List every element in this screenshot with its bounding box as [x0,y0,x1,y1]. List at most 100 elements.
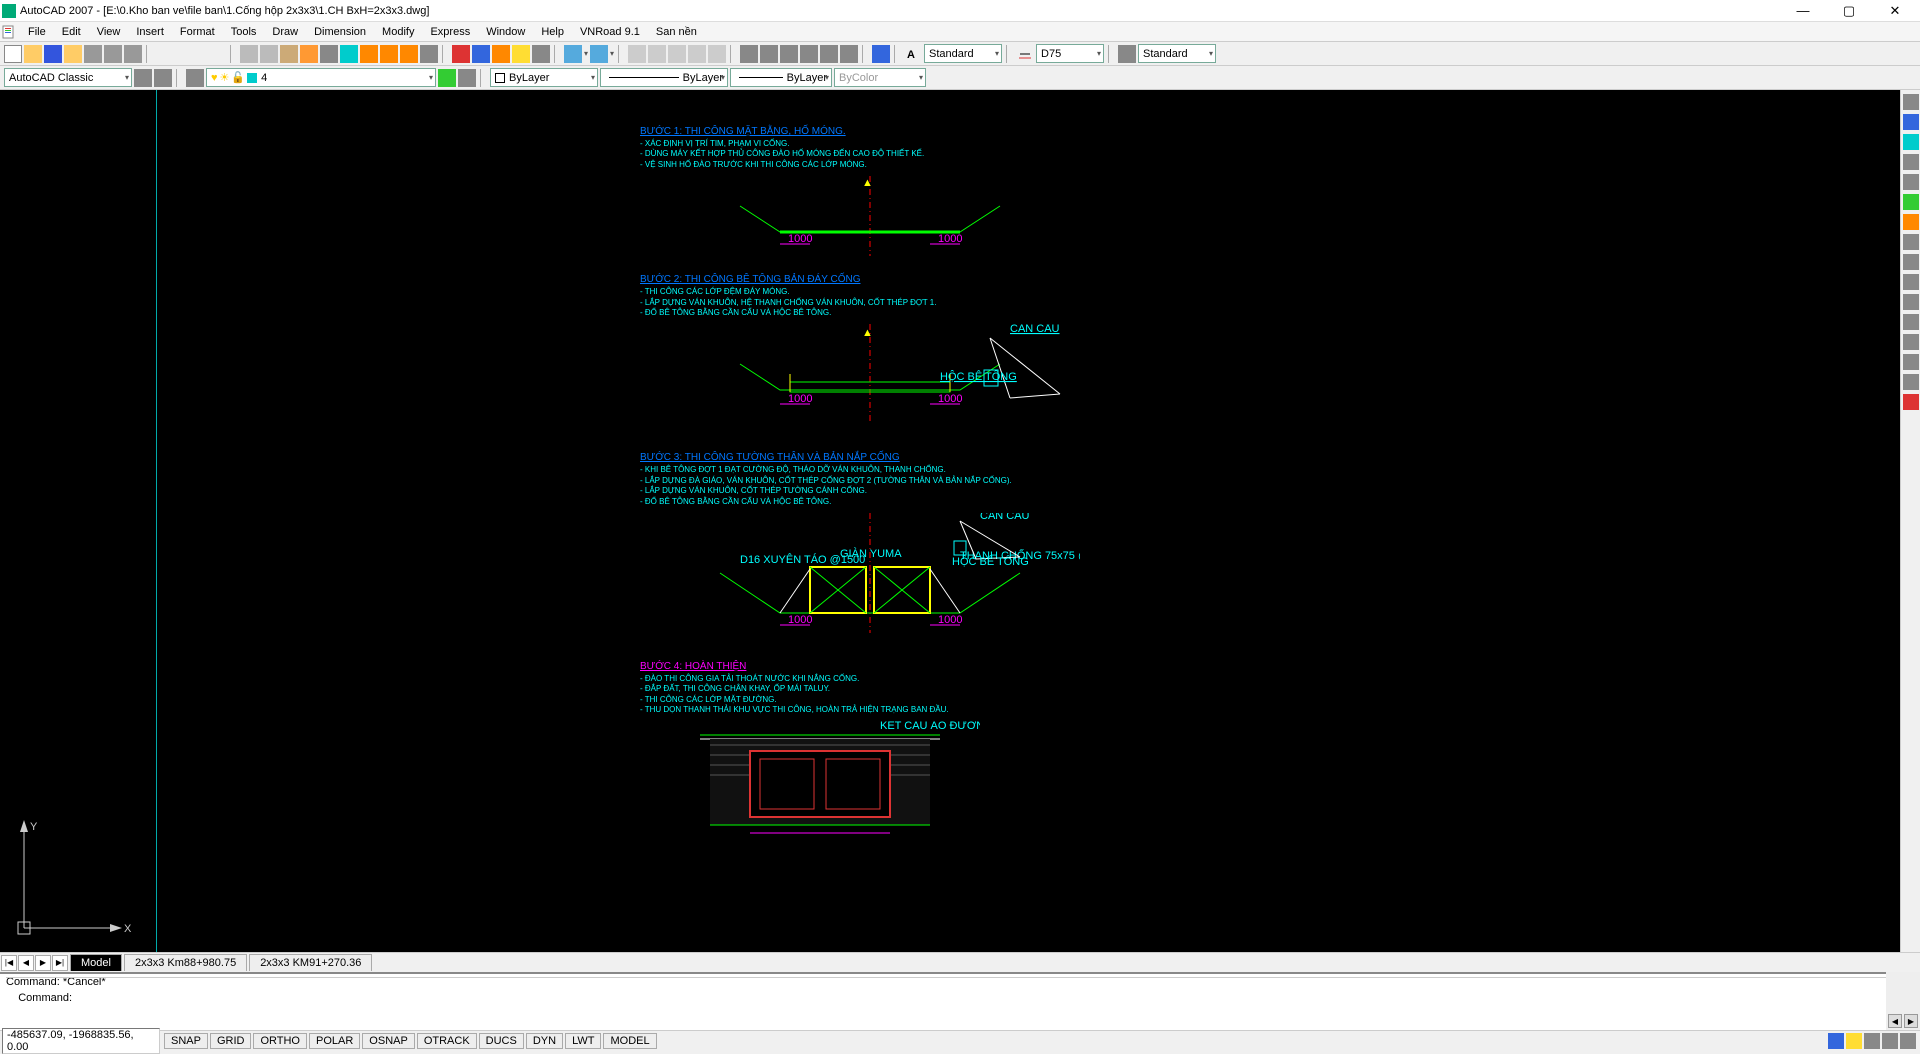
copy-tool[interactable] [1903,114,1919,130]
menu-insert[interactable]: Insert [128,24,172,40]
extend-tool[interactable] [1903,294,1919,310]
offset-button[interactable] [512,45,530,63]
toggle-model[interactable]: MODEL [603,1033,656,1049]
toggle-otrack[interactable]: OTRACK [417,1033,477,1049]
tab-nav-first[interactable]: |◀ [1,955,17,971]
command-scrollbar[interactable]: ◀ ▶ [1886,972,1920,1030]
maximize-button[interactable]: ▢ [1826,0,1872,22]
menu-vnroad[interactable]: VNRoad 9.1 [572,24,648,40]
tab-nav-prev[interactable]: ◀ [18,955,34,971]
copy-obj-button[interactable] [472,45,490,63]
toggle-dyn[interactable]: DYN [526,1033,563,1049]
array-tool[interactable] [1903,174,1919,190]
menu-express[interactable]: Express [422,24,478,40]
text-style-combo[interactable]: Standard▾ [924,44,1002,63]
scale-tool[interactable] [1903,234,1919,250]
explode-tool[interactable] [1903,394,1919,410]
offset-tool[interactable] [1903,154,1919,170]
menu-draw[interactable]: Draw [264,24,306,40]
paste-button[interactable] [280,45,298,63]
block-editor-button[interactable] [320,45,338,63]
undo-dropdown-icon[interactable]: ▾ [584,49,588,58]
annotation-scale-icon[interactable] [1864,1033,1880,1049]
zoom-realtime-button[interactable] [648,45,666,63]
copy-button[interactable] [260,45,278,63]
scroll-left-icon[interactable]: ◀ [1888,1014,1902,1028]
tray-settings-icon[interactable] [1900,1033,1916,1049]
stretch-tool[interactable] [1903,254,1919,270]
save-button[interactable] [44,45,62,63]
cut-button[interactable] [240,45,258,63]
design-center-button[interactable] [360,45,378,63]
zoom-window-button[interactable] [668,45,686,63]
publish-button[interactable] [124,45,142,63]
info-button[interactable] [872,45,890,63]
minimize-button[interactable]: — [1780,0,1826,22]
undo-button[interactable] [564,45,582,63]
break-tool[interactable] [1903,314,1919,330]
rotate-tool[interactable] [1903,214,1919,230]
layer-states-button[interactable] [458,69,476,87]
my-workspace-button[interactable] [154,69,172,87]
menu-help[interactable]: Help [533,24,572,40]
toggle-ducs[interactable]: DUCS [479,1033,524,1049]
tool-palettes-button[interactable] [380,45,398,63]
tab-layout-1[interactable]: 2x3x3 Km88+980.75 [124,954,247,971]
hardware-accel-icon[interactable] [1882,1033,1898,1049]
quickcalc-button[interactable] [420,45,438,63]
mirror-tool[interactable] [1903,134,1919,150]
pan-button[interactable] [628,45,646,63]
menu-edit[interactable]: Edit [54,24,89,40]
workspace-settings-button[interactable] [134,69,152,87]
qnew-button[interactable] [4,45,22,63]
markup-button[interactable] [400,45,418,63]
cleanscreen-button[interactable] [800,45,818,63]
lock-icon[interactable] [1846,1033,1862,1049]
tab-nav-last[interactable]: ▶| [52,955,68,971]
toggle-grid[interactable]: GRID [210,1033,252,1049]
fillet-tool[interactable] [1903,374,1919,390]
zoom-previous-button[interactable] [688,45,706,63]
tab-layout-2[interactable]: 2x3x3 KM91+270.36 [249,954,372,971]
table-style-combo[interactable]: Standard▾ [1138,44,1216,63]
dim-style-combo[interactable]: D75▾ [1036,44,1104,63]
erase-tool[interactable] [1903,94,1919,110]
plot-preview-button[interactable] [104,45,122,63]
layer-previous-button[interactable] [438,69,456,87]
menu-tools[interactable]: Tools [223,24,265,40]
scroll-right-icon[interactable]: ▶ [1904,1014,1918,1028]
toggle-ortho[interactable]: ORTHO [253,1033,307,1049]
menu-window[interactable]: Window [478,24,533,40]
redo-dropdown-icon[interactable]: ▾ [610,49,614,58]
join-tool[interactable] [1903,334,1919,350]
chamfer-tool[interactable] [1903,354,1919,370]
properties-button[interactable] [740,45,758,63]
linetype-combo[interactable]: ByLayer▾ [600,68,728,87]
menu-modify[interactable]: Modify [374,24,422,40]
redo-button[interactable] [590,45,608,63]
color-combo[interactable]: ByLayer▾ [490,68,598,87]
menu-view[interactable]: View [89,24,129,40]
text-style-icon[interactable]: A [904,45,922,63]
zoom-extents-button[interactable] [708,45,726,63]
move-tool[interactable] [1903,194,1919,210]
command-window[interactable]: Command: *Cancel* Command: [0,972,1920,1030]
cui-button[interactable] [780,45,798,63]
help-button[interactable] [820,45,838,63]
layer-manager-button[interactable] [186,69,204,87]
toggle-osnap[interactable]: OSNAP [362,1033,415,1049]
trim-tool[interactable] [1903,274,1919,290]
dim-style-icon[interactable] [1016,45,1034,63]
layer-combo[interactable]: ♥ ☀ 🔓 4 ▾ [206,68,436,87]
toggle-polar[interactable]: POLAR [309,1033,360,1049]
comm-center-icon[interactable] [1828,1033,1844,1049]
table-style-icon[interactable] [1118,45,1136,63]
toggle-lwt[interactable]: LWT [565,1033,601,1049]
drawing-viewport[interactable]: Y X BƯỚC 1: THI CÔNG MẶT BẰNG, HỐ MÓNG. … [0,90,1900,952]
erase-button[interactable] [452,45,470,63]
open-button[interactable] [24,45,42,63]
array-button[interactable] [532,45,550,63]
close-button[interactable]: ✕ [1872,0,1918,22]
tab-model[interactable]: Model [70,954,122,971]
lineweight-combo[interactable]: ByLayer▾ [730,68,832,87]
